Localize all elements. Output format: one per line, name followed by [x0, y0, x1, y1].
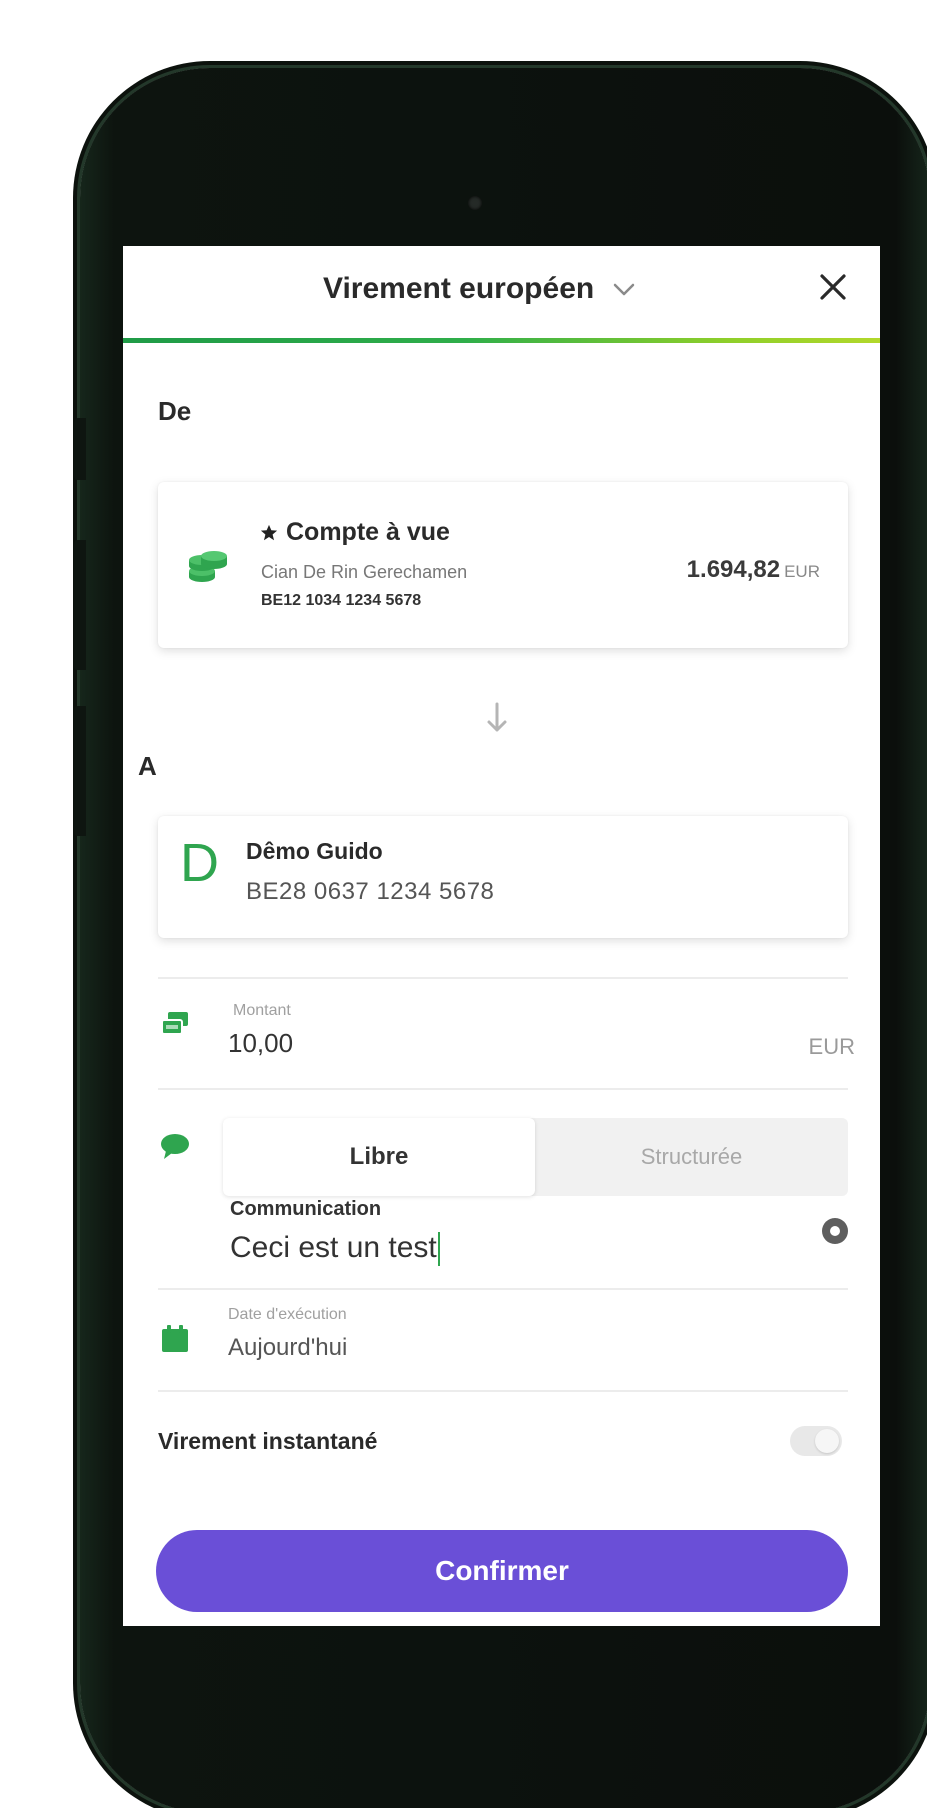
- execution-date-label: Date d'exécution: [228, 1306, 347, 1323]
- instant-transfer-toggle[interactable]: [790, 1426, 842, 1456]
- phone-volume-down-button: [74, 706, 86, 836]
- account-name: Compte à vue: [260, 518, 450, 547]
- star-icon: [260, 524, 278, 540]
- beneficiary-card[interactable]: D Dêmo Guido BE28 0637 1234 5678: [158, 816, 848, 938]
- amount-input[interactable]: 10,00: [228, 1028, 293, 1059]
- execution-date-value[interactable]: Aujourd'hui: [228, 1334, 347, 1362]
- beneficiary-avatar: D: [180, 833, 219, 893]
- page-title: Virement européen: [323, 272, 595, 305]
- phone-volume-up-button: [74, 540, 86, 670]
- account-balance-value: 1.694,82: [686, 556, 781, 583]
- text-cursor: [437, 1232, 440, 1267]
- app-screen: Virement européen De Compte à vue Cian D…: [123, 246, 880, 1626]
- communication-label: Communication: [230, 1198, 382, 1220]
- from-section-label: De: [158, 396, 192, 426]
- communication-type-toggle: Libre Structurée: [223, 1118, 848, 1196]
- divider: [158, 1288, 848, 1290]
- front-camera: [468, 196, 482, 210]
- beneficiary-iban: BE28 0637 1234 5678: [246, 878, 495, 905]
- close-button[interactable]: [808, 262, 858, 312]
- amount-currency: EUR: [808, 1034, 855, 1059]
- communication-input[interactable]: Ceci est un test: [230, 1231, 440, 1267]
- from-account-card[interactable]: Compte à vue Cian De Rin Gerechamen BE12…: [158, 482, 848, 648]
- amount-label: Montant: [233, 1002, 291, 1019]
- confirm-button[interactable]: Confirmer: [156, 1530, 848, 1612]
- tab-libre[interactable]: Libre: [223, 1118, 535, 1196]
- divider: [158, 977, 848, 979]
- calendar-icon: [162, 1325, 188, 1352]
- transfer-type-selector[interactable]: Virement européen: [323, 264, 638, 314]
- to-section-label: A: [138, 751, 157, 781]
- instant-transfer-label: Virement instantané: [158, 1428, 378, 1454]
- chat-bubble-icon: [161, 1134, 189, 1159]
- screen-header: Virement européen: [123, 246, 880, 338]
- phone-side-button: [74, 418, 86, 480]
- progress-bar: [123, 338, 880, 343]
- account-balance: 1.694,82 EUR: [687, 556, 820, 584]
- clear-input-icon[interactable]: [818, 1214, 852, 1248]
- account-name-text: Compte à vue: [286, 518, 450, 546]
- close-icon: [820, 274, 846, 300]
- beneficiary-name: Dêmo Guido: [246, 838, 383, 864]
- account-balance-currency: EUR: [784, 562, 820, 581]
- account-iban: BE12 1034 1234 5678: [261, 592, 422, 609]
- money-icon: [161, 1012, 188, 1035]
- account-owner: Cian De Rin Gerechamen: [261, 562, 468, 582]
- communication-input-text: Ceci est un test: [230, 1231, 437, 1264]
- tab-structuree[interactable]: Structurée: [535, 1118, 848, 1196]
- chevron-down-icon: [613, 283, 635, 296]
- coins-icon: [189, 551, 227, 582]
- divider: [158, 1088, 848, 1090]
- divider: [158, 1390, 848, 1392]
- arrow-down-icon: [487, 702, 507, 732]
